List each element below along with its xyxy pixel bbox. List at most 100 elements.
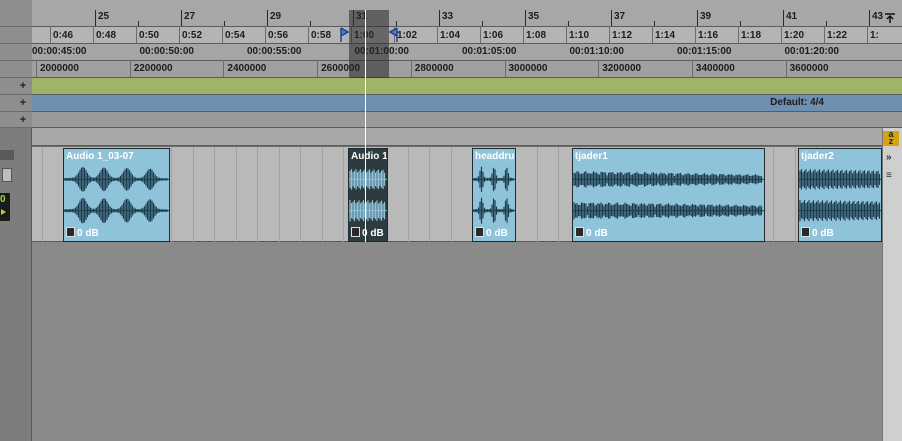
empty-track-area bbox=[32, 242, 882, 441]
gutter-min-secs bbox=[0, 27, 32, 44]
bar-label: 37 bbox=[614, 11, 626, 22]
add-marker-button[interactable]: + bbox=[18, 81, 28, 92]
grid-line bbox=[558, 147, 559, 243]
list-icon[interactable]: ≡ bbox=[886, 170, 892, 181]
samples-label: 3200000 bbox=[602, 63, 642, 74]
beat-tick bbox=[654, 21, 655, 26]
timecode-label: 00:01:15:00 bbox=[677, 46, 732, 57]
bar-label: 25 bbox=[98, 11, 110, 22]
forward-icon[interactable]: » bbox=[886, 152, 892, 163]
playhead-cursor[interactable] bbox=[365, 10, 366, 242]
clip-name: tjader2 bbox=[801, 151, 834, 162]
min-secs-ruler[interactable]: 0:460:480:500:520:540:560:581:001:021:04… bbox=[32, 26, 902, 44]
bars-beats-ruler[interactable]: 25272931333537394143 bbox=[32, 0, 902, 27]
gutter-samples bbox=[0, 61, 32, 78]
clip-name: headdru bbox=[475, 151, 515, 162]
clip-gain-value: 0 dB bbox=[77, 228, 99, 239]
samples-label: 3000000 bbox=[508, 63, 548, 74]
clip-gain-icon[interactable] bbox=[66, 227, 75, 237]
audio-clip[interactable]: Audio 1_03-07 0 dB bbox=[63, 148, 170, 242]
grid-line bbox=[794, 147, 796, 243]
track-lock-icon[interactable] bbox=[2, 168, 12, 182]
samples-label: 3400000 bbox=[695, 63, 735, 74]
grid-line bbox=[257, 147, 258, 243]
min-secs-tick bbox=[523, 26, 524, 43]
min-secs-tick bbox=[437, 26, 438, 43]
zoom-top-icon[interactable] bbox=[884, 12, 896, 24]
meter-ruler[interactable]: Default: 4/4 bbox=[32, 95, 902, 112]
timecode-label: 00:00:45:00 bbox=[32, 46, 87, 57]
samples-tick bbox=[504, 60, 506, 77]
min-secs-label: 0:52 bbox=[182, 30, 203, 41]
audio-clip[interactable]: tjader1 0 dB bbox=[572, 148, 765, 242]
clip-gain[interactable]: 0 dB bbox=[475, 227, 508, 239]
waveform bbox=[573, 171, 764, 220]
bar-tick bbox=[267, 10, 268, 26]
samples-label: 2800000 bbox=[414, 63, 454, 74]
beat-tick bbox=[396, 21, 397, 26]
bar-label: 29 bbox=[270, 11, 282, 22]
beat-tick bbox=[482, 21, 483, 26]
beat-tick bbox=[138, 21, 139, 26]
selection-end-flag-icon[interactable] bbox=[389, 27, 399, 43]
min-secs-label: 0:46 bbox=[53, 30, 74, 41]
min-secs-tick bbox=[781, 26, 782, 43]
bar-label: 27 bbox=[184, 11, 196, 22]
bar-label: 33 bbox=[442, 11, 454, 22]
vertical-scrollbar[interactable] bbox=[882, 128, 902, 441]
min-secs-tick bbox=[222, 26, 223, 43]
track-header-ruler bbox=[32, 128, 902, 146]
grid-line bbox=[192, 147, 194, 243]
beat-tick bbox=[826, 21, 827, 26]
add-tempo-button[interactable]: + bbox=[18, 115, 28, 126]
bar-label: 35 bbox=[528, 11, 540, 22]
track-handle[interactable] bbox=[0, 150, 14, 160]
gutter-marker: + bbox=[0, 78, 32, 95]
min-secs-label: 1:22 bbox=[827, 30, 848, 41]
grid-line bbox=[450, 147, 452, 243]
selection-start-flag-icon[interactable] bbox=[339, 27, 349, 43]
audio-track[interactable]: Audio 1_03-07 0 dB Audio 10 dB headdru 0 dB t… bbox=[32, 146, 882, 243]
min-secs-label: 1:14 bbox=[655, 30, 676, 41]
timecode-ruler[interactable]: 00:00:45:00 00:00:50:00 00:00:55:00 00:01:0… bbox=[32, 44, 902, 61]
bar-tick bbox=[525, 10, 526, 26]
gutter-meter: + bbox=[0, 95, 32, 112]
samples-label: 2000000 bbox=[40, 63, 79, 74]
bar-label: 41 bbox=[786, 11, 798, 22]
beat-tick bbox=[310, 21, 311, 26]
beat-tick bbox=[568, 21, 569, 26]
min-secs-tick bbox=[50, 26, 51, 43]
tempo-ruler[interactable] bbox=[32, 112, 902, 128]
grid-line bbox=[343, 147, 344, 243]
bar-label: 39 bbox=[700, 11, 712, 22]
clip-gain[interactable]: 0 dB bbox=[801, 227, 834, 239]
min-secs-tick bbox=[480, 26, 481, 43]
clip-gain[interactable]: 0 dB bbox=[66, 227, 99, 239]
timecode-label: 00:01:20:00 bbox=[784, 46, 839, 57]
samples-label: 3600000 bbox=[789, 63, 829, 74]
min-secs-tick bbox=[867, 26, 868, 43]
gutter-tempo: + bbox=[0, 112, 32, 128]
audio-clip[interactable]: headdru 0 dB bbox=[472, 148, 516, 242]
audio-clip[interactable]: Audio 1 0 dB bbox=[348, 148, 388, 242]
grid-line bbox=[278, 147, 280, 243]
clip-gain-icon[interactable] bbox=[351, 227, 360, 237]
min-secs-label: 1:08 bbox=[526, 30, 547, 41]
bar-tick bbox=[783, 10, 784, 26]
timeline-selection bbox=[349, 10, 389, 78]
clip-gain[interactable]: 0 dB bbox=[575, 227, 608, 239]
bar-tick bbox=[697, 10, 698, 26]
marker-ruler[interactable] bbox=[32, 78, 902, 95]
gutter-timecode bbox=[0, 44, 32, 61]
clip-gain-icon[interactable] bbox=[575, 227, 584, 237]
min-secs-tick bbox=[652, 26, 653, 43]
clip-gain-icon[interactable] bbox=[475, 227, 484, 237]
add-meter-button[interactable]: + bbox=[18, 98, 28, 109]
samples-ruler[interactable]: 2000000 2200000 2400000 2600000 2800000 30000… bbox=[32, 60, 902, 78]
audio-clip[interactable]: tjader2 0 dB bbox=[798, 148, 882, 242]
clip-gain[interactable]: 0 dB bbox=[351, 227, 384, 239]
min-secs-label: 1: bbox=[870, 30, 879, 41]
min-secs-tick bbox=[824, 26, 825, 43]
clip-gain-icon[interactable] bbox=[801, 227, 810, 237]
sort-az-button[interactable]: az bbox=[883, 130, 899, 146]
